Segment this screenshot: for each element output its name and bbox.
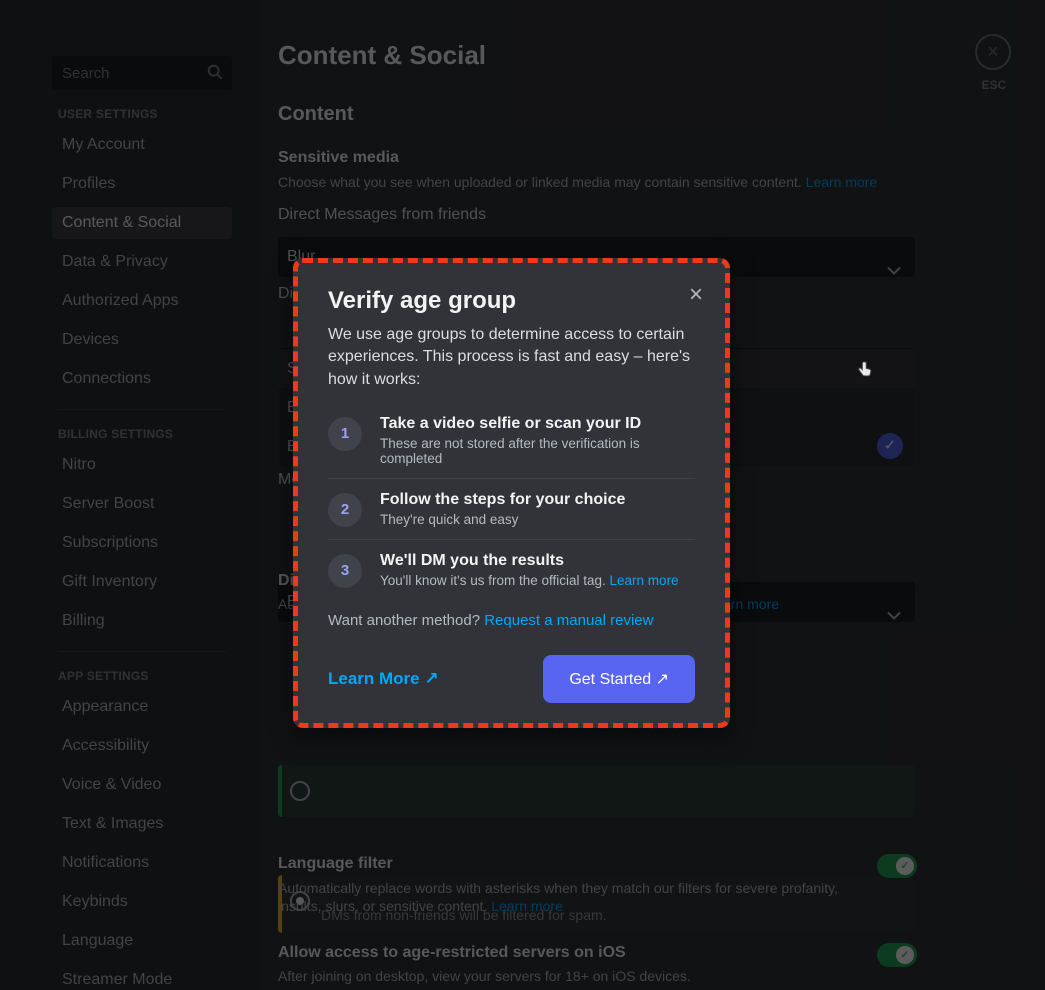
step-subtitle: They're quick and easy [380, 512, 625, 527]
step-number-badge: 3 [328, 554, 362, 588]
modal-footer: Learn More ↗ Get Started ↗ [328, 655, 695, 703]
step-title: Take a video selfie or scan your ID [380, 415, 695, 433]
dm-results-learn-more-link[interactable]: Learn more [610, 573, 679, 588]
modal-title: Verify age group [328, 287, 695, 315]
get-started-button[interactable]: Get Started ↗ [543, 655, 695, 703]
alt-method-text: Want another method? [328, 612, 484, 629]
step-title: Follow the steps for your choice [380, 491, 625, 509]
modal-steps-list: 1 Take a video selfie or scan your ID Th… [328, 403, 695, 600]
request-manual-review-link[interactable]: Request a manual review [484, 612, 653, 629]
step-subtitle: You'll know it's us from the official ta… [380, 573, 679, 588]
modal-body-text: We use age groups to determine access to… [328, 324, 703, 391]
step-item-3: 3 We'll DM you the results You'll know i… [328, 539, 695, 600]
modal-learn-more-link[interactable]: Learn More ↗ [328, 669, 439, 689]
step-item-2: 2 Follow the steps for your choice They'… [328, 478, 695, 539]
step-subtitle-text: You'll know it's us from the official ta… [380, 573, 610, 588]
step-item-1: 1 Take a video selfie or scan your ID Th… [328, 403, 695, 478]
step-title: We'll DM you the results [380, 552, 679, 570]
modal-close-icon[interactable]: × [689, 283, 703, 307]
step-number-badge: 1 [328, 417, 362, 451]
cursor-hand-icon [856, 360, 875, 384]
step-subtitle: These are not stored after the verificat… [380, 436, 695, 466]
verify-age-group-modal: × Verify age group We use age groups to … [293, 258, 730, 728]
step-number-badge: 2 [328, 493, 362, 527]
alt-method-row: Want another method? Request a manual re… [328, 612, 695, 629]
